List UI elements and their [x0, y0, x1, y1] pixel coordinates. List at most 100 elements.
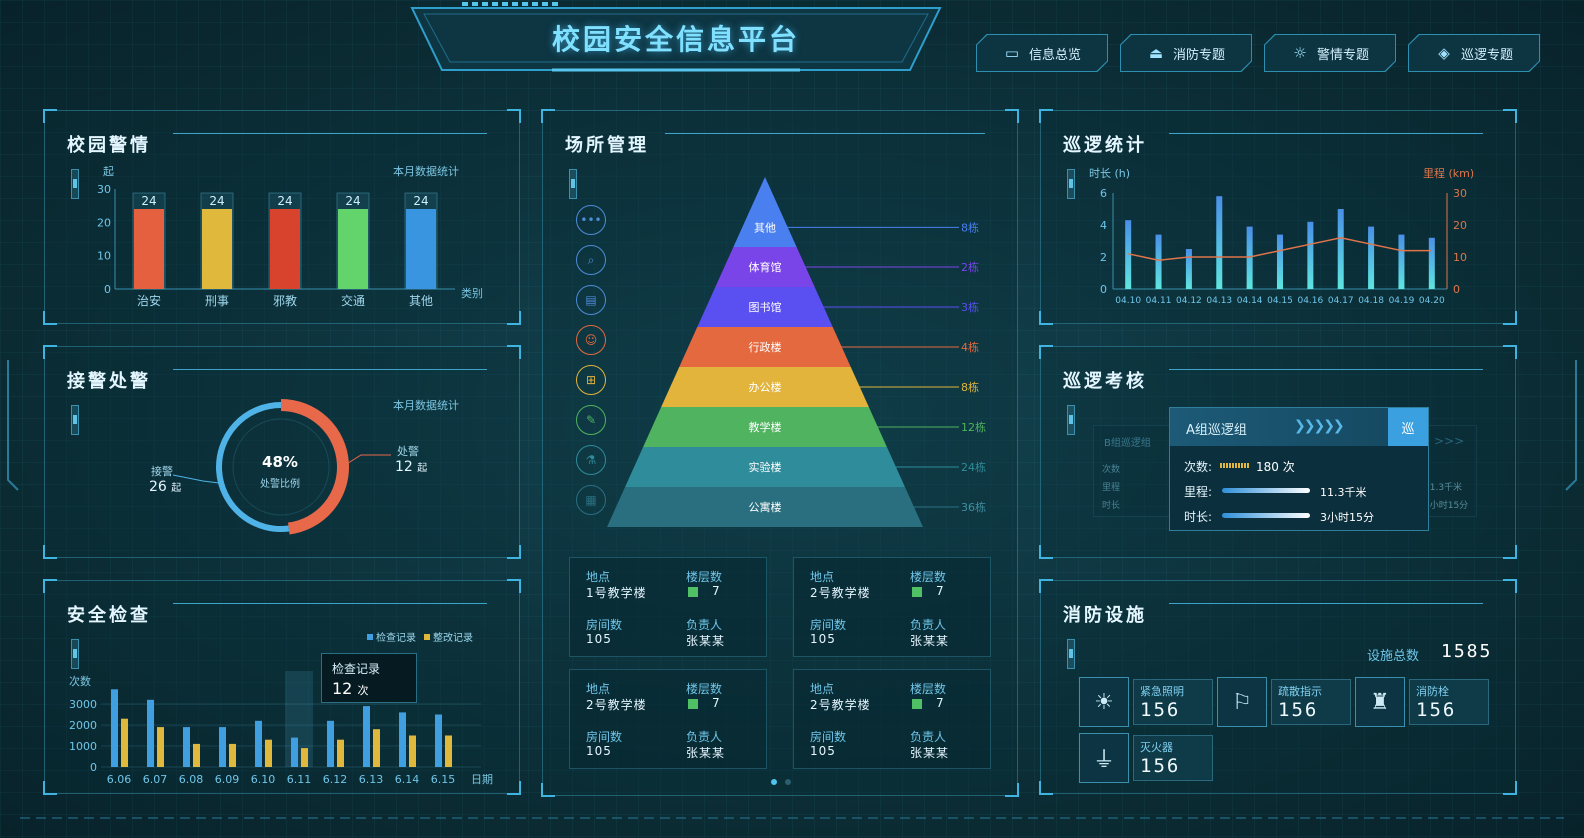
owner-value: 张某某 [686, 634, 726, 648]
bar [337, 739, 344, 767]
page-title: 校园安全信息平台 [551, 23, 800, 56]
bar-value-label: 24 [413, 194, 428, 208]
chart-tooltip: 检查记录 12 次 [321, 653, 417, 703]
facility-exit-sign[interactable]: ⚐ 疏散指示 156 [1217, 677, 1351, 727]
venue-card[interactable]: 地点 2号教学楼 楼层数 7 房间数 105 负责人 张某某 [793, 669, 991, 769]
bar [363, 706, 370, 767]
rooms-value: 105 [586, 632, 612, 646]
map-pin-icon: ◈ [1438, 44, 1450, 62]
tab-label: 警情专题 [1316, 47, 1369, 63]
pyramid-count-label: 2栋 [961, 260, 979, 274]
total-label: 设施总数 [1367, 649, 1420, 664]
distance-bar [1222, 488, 1310, 493]
y-tick-label: 0 [104, 283, 111, 296]
bar [1307, 221, 1314, 289]
x-tick-label: 6.13 [359, 773, 384, 786]
location-key: 地点 [810, 682, 835, 696]
x-tick-label: 邪教 [273, 293, 297, 308]
bar [1277, 234, 1283, 289]
y-tick-label: 20 [97, 216, 111, 229]
floors-key: 楼层数 [910, 570, 947, 584]
tooltip-value: 12 次 [332, 679, 369, 698]
pager-dot[interactable] [785, 779, 791, 785]
x-tick-label: 6.11 [287, 773, 312, 786]
bar [147, 699, 154, 767]
tab-label: 信息总览 [1028, 47, 1081, 63]
tab-fire[interactable]: ⏏ 消防专题 [1120, 34, 1252, 72]
pyramid-tier-label: 体育馆 [749, 260, 782, 274]
exit-sign-icon: ⚐ [1217, 677, 1267, 727]
x-tick-label: 04.10 [1115, 296, 1141, 306]
location-key: 地点 [586, 570, 611, 584]
location-value: 2号教学楼 [810, 698, 871, 712]
owner-key: 负责人 [686, 618, 723, 632]
bar [229, 743, 236, 767]
chevrons-icon: ❯❯❯❯❯ [1294, 418, 1345, 434]
tab-overview[interactable]: ▭ 信息总览 [976, 34, 1108, 72]
facility-extinguisher[interactable]: ⏚ 灭火器 156 [1079, 733, 1213, 783]
pyramid-tier-label: 实验楼 [749, 460, 782, 474]
venue-card[interactable]: 地点 2号教学楼 楼层数 7 房间数 105 负责人 张某某 [569, 669, 767, 769]
floors-value: 7 [712, 696, 721, 710]
y2-tick-label: 0 [1453, 283, 1460, 296]
floors-value: 7 [712, 584, 721, 598]
pyramid-tier-label: 其他 [754, 221, 776, 234]
bar [1216, 196, 1223, 289]
extinguisher-icon: ⏚ [1079, 733, 1129, 783]
floor-indicator [912, 699, 922, 709]
x-tick-label: 04.16 [1297, 296, 1323, 306]
location-value: 2号教学楼 [810, 586, 871, 600]
inspection-panel: 安全检查 检查记录 整改记录 次数 日期 0 1000 2000 3000 6.06 6.… [43, 579, 521, 795]
pager-dot-active[interactable] [771, 779, 777, 785]
tab-label: 巡逻专题 [1460, 47, 1513, 63]
facility-hydrant[interactable]: ♜ 消防栓 156 [1355, 677, 1489, 727]
x-tick-label: 其他 [409, 294, 433, 308]
venue-card[interactable]: 地点 2号教学楼 楼层数 7 房间数 105 负责人 张某某 [793, 557, 991, 657]
facility-emergency-light[interactable]: ☀ 紧急照明 156 [1079, 677, 1213, 727]
bar [406, 209, 436, 289]
duration-bar [1222, 513, 1310, 518]
floor-indicator [688, 699, 698, 709]
bar [445, 735, 452, 767]
chevrons-icon: >>> [1434, 434, 1465, 448]
rooms-value: 105 [810, 744, 836, 758]
x-tick-label: 04.13 [1206, 296, 1232, 306]
distance-value: 11.3千米 [1320, 486, 1367, 499]
tab-patrol[interactable]: ◈ 巡逻专题 [1408, 34, 1540, 72]
bar [327, 720, 334, 767]
floors-value: 7 [936, 696, 945, 710]
hover-highlight [285, 671, 313, 767]
bar [202, 209, 232, 289]
x-tick-label: 6.15 [431, 773, 456, 786]
bar [270, 209, 300, 289]
panel-title: 消防设施 [1063, 605, 1147, 626]
location-key: 地点 [810, 570, 835, 584]
floors-key: 楼层数 [686, 682, 723, 696]
bar [301, 748, 308, 767]
location-value: 2号教学楼 [586, 698, 647, 712]
fire-panel: 消防设施 设施总数 1585 ☀ 紧急照明 156 ⚐ 疏散指示 156 ♜ 消防栓… [1039, 579, 1517, 795]
owner-key: 负责人 [686, 730, 723, 744]
x-tick-label: 04.11 [1146, 296, 1172, 306]
lightbulb-icon: ☀ [1079, 677, 1129, 727]
bar [1155, 234, 1162, 289]
patrol-badge: 巡 [1388, 408, 1428, 446]
bar [111, 689, 118, 767]
y2-tick-label: 10 [1453, 251, 1467, 264]
tab-alarm[interactable]: ☼ 警情专题 [1264, 34, 1396, 72]
floor-indicator [912, 587, 922, 597]
patrol-card[interactable]: A组巡逻组 ❯❯❯❯❯ 巡 次数: 180 次 里程: 11.3千米 时长: 3… [1169, 407, 1429, 531]
pyramid-tier [733, 177, 797, 247]
x-tick-label: 6.10 [251, 773, 276, 786]
owner-value: 张某某 [910, 746, 950, 760]
y-tick-label: 0 [90, 761, 97, 774]
owner-key: 负责人 [910, 618, 947, 632]
pyramid-count-label: 36栋 [961, 500, 986, 514]
duration-label: 时长: [1184, 510, 1213, 524]
bar [399, 712, 406, 767]
y-tick-label: 3000 [69, 698, 97, 711]
venue-card[interactable]: 地点 1号教学楼 楼层数 7 房间数 105 负责人 张某某 [569, 557, 767, 657]
pyramid-count-label: 8栋 [961, 380, 979, 394]
location-value: 1号教学楼 [586, 586, 647, 600]
count-bar [1220, 463, 1250, 468]
